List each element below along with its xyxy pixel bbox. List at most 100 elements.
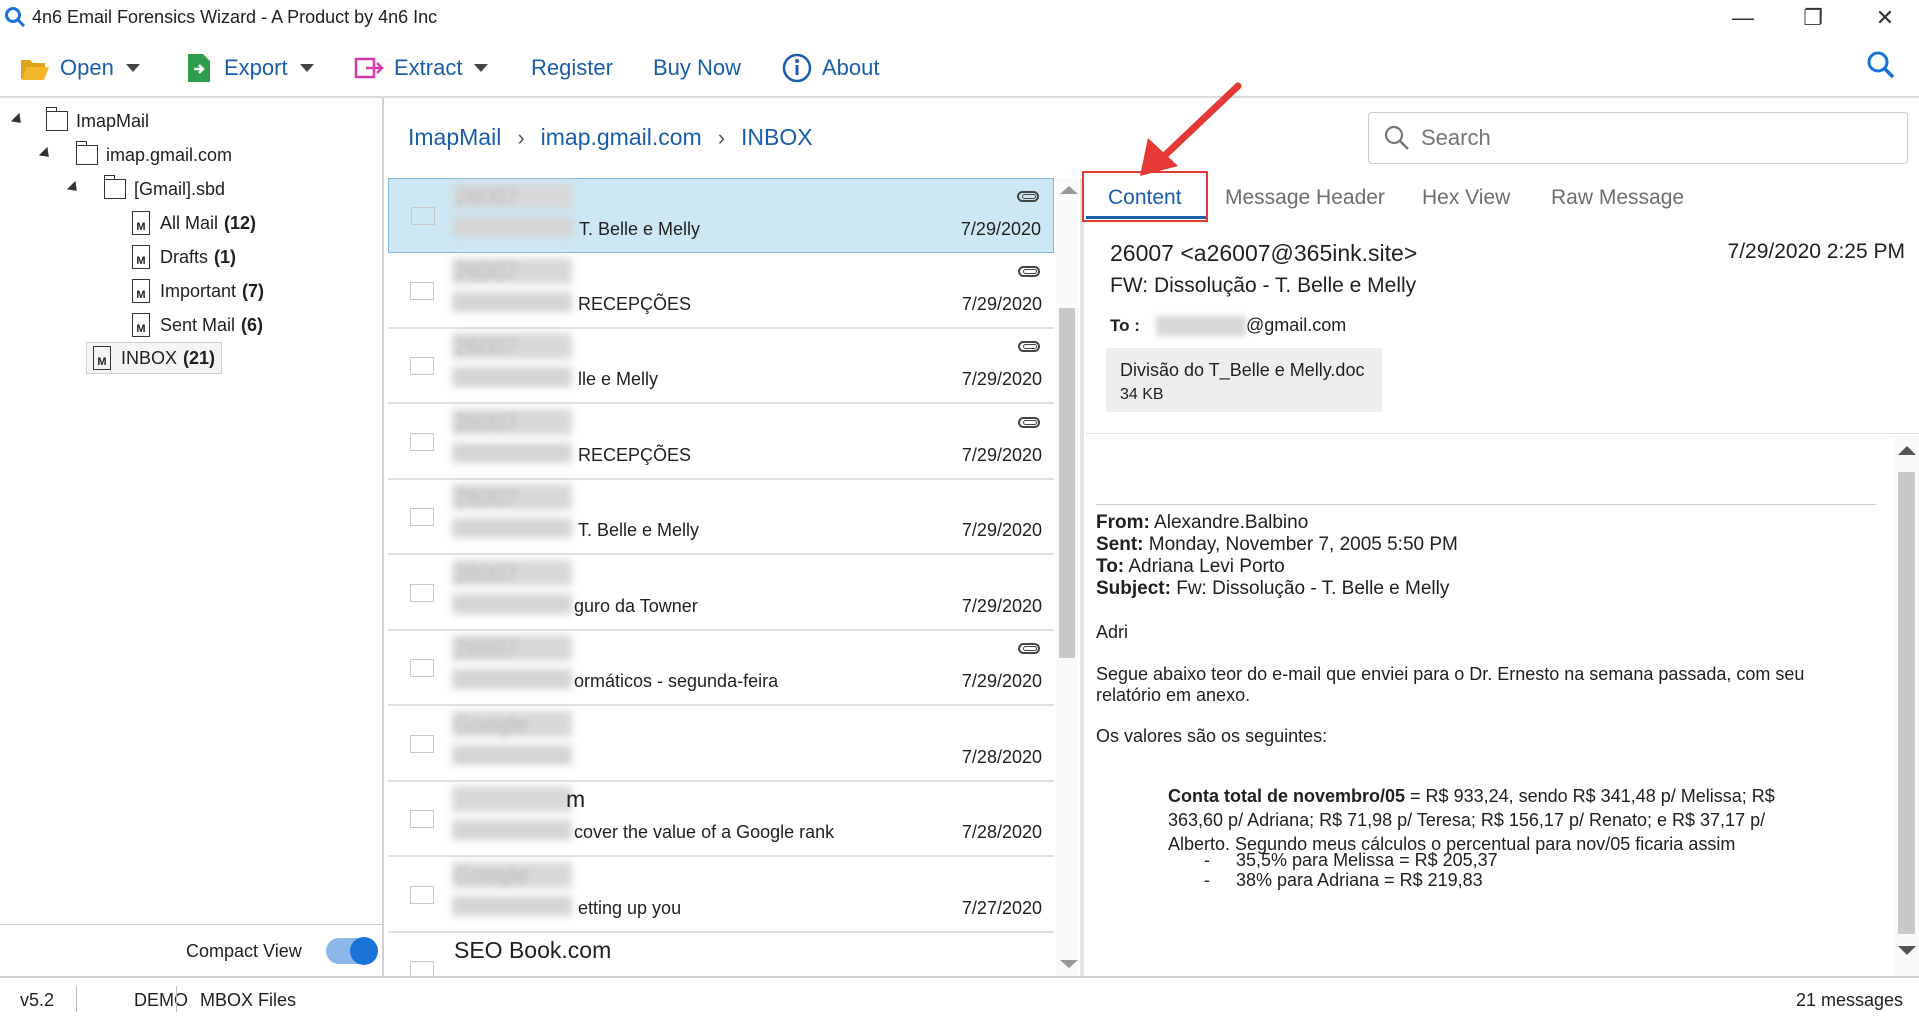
tree-node-label: Drafts (160, 246, 209, 267)
attachment-clip-icon (1018, 416, 1040, 428)
collapse-arrow-icon[interactable] (10, 112, 26, 128)
message-date: 7/29/2020 (961, 520, 1042, 540)
buy-now-button[interactable]: Buy Now (653, 52, 741, 84)
envelope-icon (411, 207, 435, 225)
message-date: 7/29/2020 (961, 369, 1042, 389)
message-row[interactable]: 26007 lle e Melly 7/29/2020 (388, 329, 1054, 404)
search-box[interactable] (1368, 112, 1908, 164)
tree-node-gmail-folder[interactable]: [Gmail].sbd (103, 174, 225, 204)
message-row[interactable]: 26007 ormáticos - segunda-feira 7/29/2020 (388, 631, 1054, 706)
restore-button[interactable]: ❐ (1790, 2, 1836, 34)
file-type: MBOX Files (200, 990, 297, 1010)
breadcrumb-item[interactable]: ImapMail (408, 124, 501, 151)
body-from-line: From: Alexandre.Balbino (1096, 512, 1308, 534)
bullet-marker: - (1204, 850, 1210, 870)
message-row[interactable]: 26007 RECEPÇÕES 7/29/2020 (388, 253, 1054, 329)
message-list-scrollbar[interactable] (1056, 178, 1078, 976)
breadcrumb-item[interactable]: INBOX (741, 124, 813, 151)
collapse-arrow-icon[interactable] (38, 146, 54, 162)
attachment-clip-icon (1017, 191, 1039, 202)
body-paragraph: Os valores são os seguintes: (1096, 726, 1328, 746)
folder-count: (7) (242, 280, 265, 301)
tree-node-account[interactable]: imap.gmail.com (75, 140, 232, 170)
message-sender: 26007 (454, 559, 518, 586)
message-sender: 26007 (454, 333, 518, 359)
message-sender: 26007 (454, 257, 518, 284)
chevron-right-icon: › (517, 124, 525, 150)
message-row[interactable]: Google etting up you 7/27/2020 (388, 857, 1054, 933)
message-row[interactable]: Google 7/28/2020 (388, 706, 1054, 782)
attachment-chip[interactable]: Divisão do T_Belle e Melly.doc 34 KB (1106, 348, 1382, 412)
tab-message-header[interactable]: Message Header (1225, 186, 1385, 210)
attachment-clip-icon (1018, 265, 1040, 277)
about-button[interactable]: About (782, 52, 880, 84)
message-sender: 26007 (455, 183, 519, 209)
body-field-label: To: (1096, 556, 1125, 577)
compact-view-label: Compact View (186, 941, 302, 961)
message-row[interactable]: SEO Book.com (388, 933, 1054, 976)
chevron-down-icon (474, 64, 489, 72)
folder-icon (45, 107, 68, 131)
message-date: 7/29/2020 (961, 671, 1042, 691)
mailbox-icon: M (132, 313, 150, 337)
extract-menu-button[interactable]: Extract (354, 52, 489, 84)
tree-node-imapmail[interactable]: ImapMail (45, 106, 149, 136)
tree-node-inbox[interactable]: M INBOX (21) (86, 342, 223, 374)
export-menu-button[interactable]: Export (184, 52, 314, 84)
message-row[interactable]: m cover the value of a Google rank 7/28/20… (388, 782, 1054, 857)
message-row[interactable]: 26007 T. Belle e Melly 7/29/2020 (388, 178, 1054, 253)
body-field-value: Monday, November 7, 2005 5:50 PM (1143, 534, 1458, 555)
preview-subject: FW: Dissolução - T. Belle e Melly (1110, 274, 1417, 297)
attachment-size: 34 KB (1120, 386, 1164, 403)
title-bar: 4n6 Email Forensics Wizard - A Product b… (0, 0, 1919, 36)
preview-sender: 26007 <a26007@365ink.site> (1110, 240, 1418, 266)
open-menu-button[interactable]: Open (20, 52, 140, 84)
tree-node-label: Important (160, 280, 237, 301)
body-field-label: Sent: (1096, 534, 1144, 555)
tab-raw-message[interactable]: Raw Message (1551, 186, 1684, 210)
scrollbar-thumb[interactable] (1898, 472, 1915, 934)
message-date: 7/29/2020 (961, 595, 1042, 616)
tree-node-all-mail[interactable]: M All Mail (12) (132, 208, 256, 238)
tree-node-sent-mail[interactable]: M Sent Mail (6) (132, 310, 263, 340)
redacted-subject (452, 593, 572, 614)
scroll-up-icon[interactable] (1898, 446, 1916, 455)
message-subject: etting up you (578, 897, 682, 918)
message-row[interactable]: 26007 guro da Towner 7/29/2020 (388, 555, 1054, 631)
close-button[interactable]: ✕ (1862, 2, 1908, 34)
collapse-arrow-icon[interactable] (66, 180, 82, 196)
scroll-down-icon[interactable] (1060, 960, 1078, 968)
message-date: 7/27/2020 (961, 897, 1042, 918)
redacted-recipient (1156, 316, 1246, 336)
envelope-icon (410, 432, 434, 451)
message-row[interactable]: 26007 RECEPÇÕES 7/29/2020 (388, 404, 1054, 480)
redacted-sender (452, 786, 572, 812)
body-subject-line: Subject: Fw: Dissolução - T. Belle e Mel… (1096, 578, 1449, 600)
breadcrumb-item[interactable]: imap.gmail.com (541, 124, 702, 151)
body-greeting: Adri (1096, 622, 1129, 642)
active-tab-indicator (1086, 216, 1206, 219)
pane-divider[interactable] (1080, 178, 1084, 976)
message-row[interactable]: 26007 T. Belle e Melly 7/29/2020 (388, 480, 1054, 555)
body-field-label: Subject: (1096, 578, 1171, 599)
window-title: 4n6 Email Forensics Wizard - A Product b… (32, 7, 438, 27)
minimize-button[interactable]: — (1720, 2, 1766, 34)
search-toolbar-icon[interactable] (1866, 50, 1896, 80)
scroll-down-icon[interactable] (1898, 946, 1916, 955)
tree-node-important[interactable]: M Important (7) (132, 276, 264, 306)
compact-view-toggle[interactable] (326, 937, 378, 965)
scroll-up-icon[interactable] (1060, 186, 1078, 194)
register-button[interactable]: Register (531, 52, 613, 84)
mailbox-icon: M (132, 279, 150, 303)
scrollbar-thumb[interactable] (1059, 308, 1075, 658)
envelope-icon (410, 357, 434, 375)
tab-content[interactable]: Content (1108, 186, 1182, 210)
tab-hex-view[interactable]: Hex View (1422, 186, 1510, 210)
body-scrollbar[interactable] (1894, 436, 1919, 976)
attachment-name: Divisão do T_Belle e Melly.doc (1120, 360, 1365, 380)
export-label: Export (224, 55, 288, 80)
redacted-subject (452, 895, 572, 916)
message-sender: 26007 (454, 484, 518, 510)
tree-node-drafts[interactable]: M Drafts (1) (132, 242, 236, 272)
search-input[interactable] (1419, 124, 1859, 152)
